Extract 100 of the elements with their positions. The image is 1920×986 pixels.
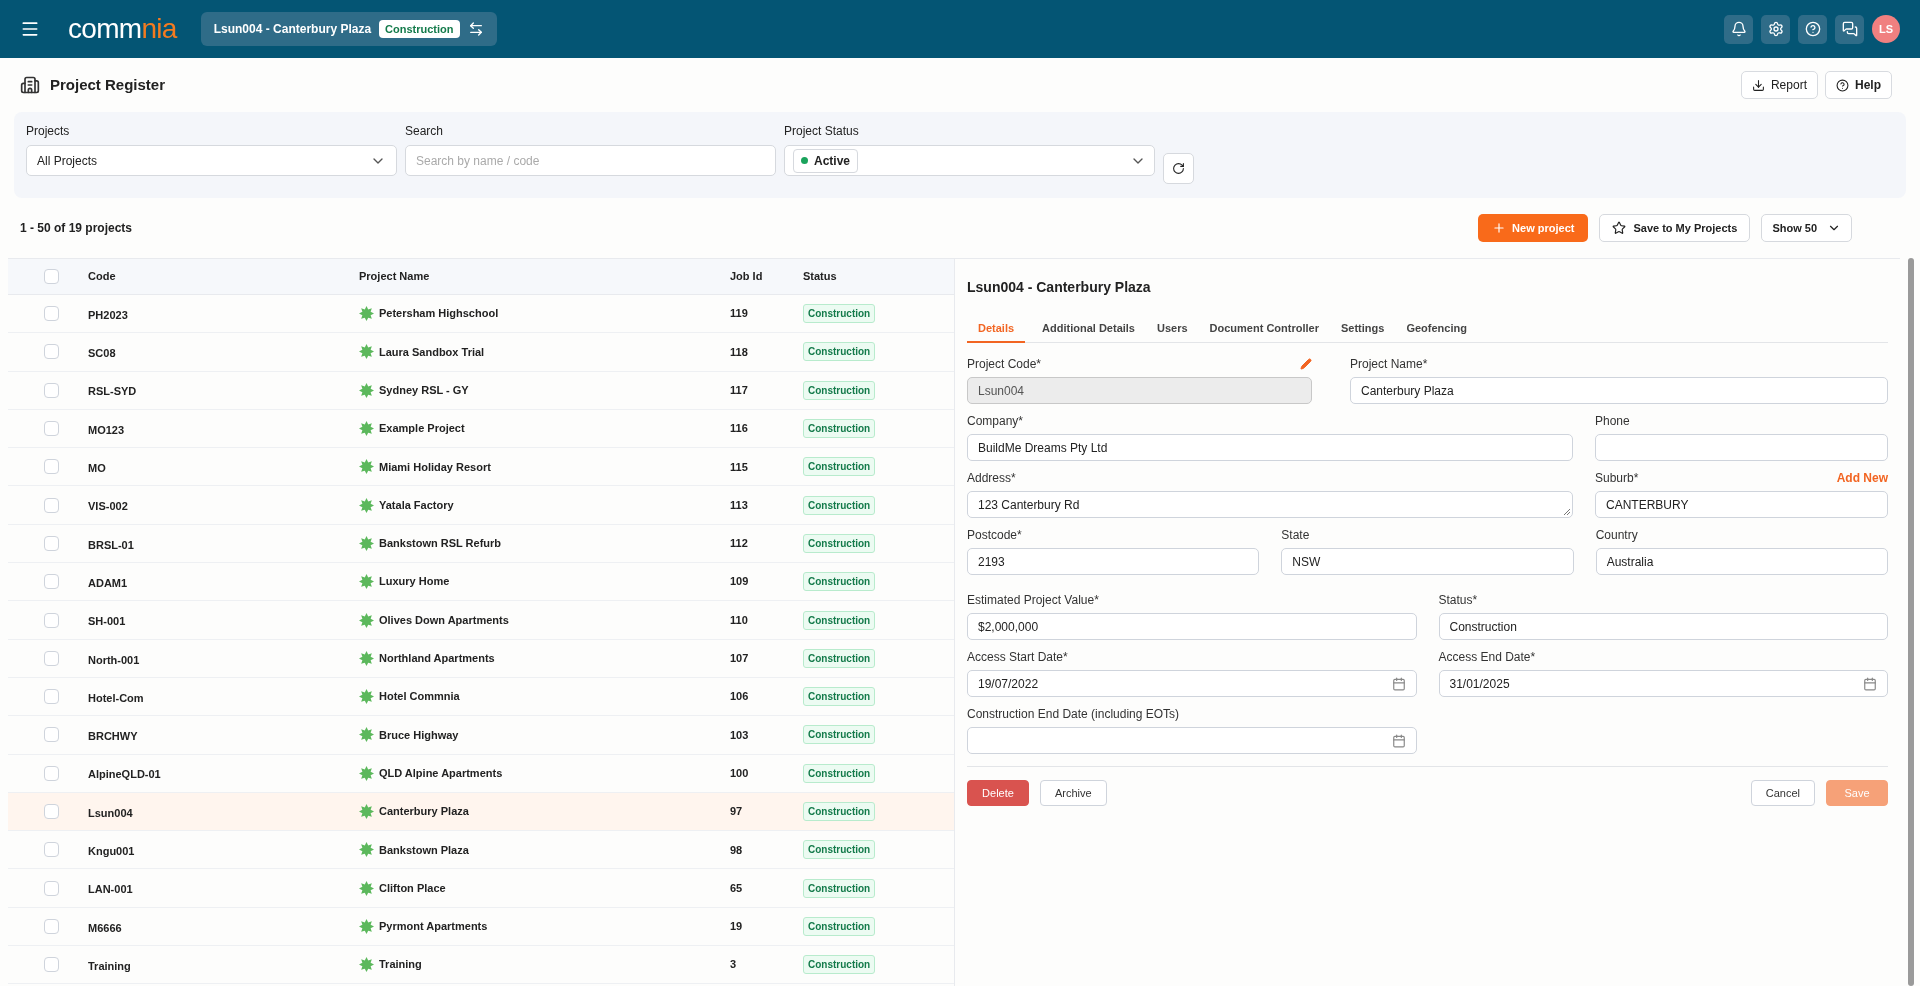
table-cell-text: Bankstown Plaza	[379, 842, 469, 858]
table-cell-text: Northland Apartments	[379, 651, 495, 667]
checkbox[interactable]	[44, 957, 59, 973]
date-field[interactable]	[967, 727, 1417, 754]
table-row[interactable]: MO Miami Holiday Resort 115 Construction	[8, 448, 954, 487]
menu-icon[interactable]	[20, 19, 40, 39]
table-cell-text: 65	[730, 880, 744, 896]
table-row[interactable]: ADAM1 Luxury Home 109 Construction	[8, 563, 954, 602]
table-row[interactable]: Hotel-Com Hotel Commnia 106 Construction	[8, 677, 954, 717]
input-field[interactable]	[1595, 434, 1888, 461]
table-cell-text: VIS-002	[88, 499, 129, 515]
status-badge: Construction	[803, 342, 876, 362]
input-field[interactable]: NSW	[1281, 548, 1574, 575]
report-button[interactable]: Report	[1740, 71, 1818, 99]
table-row[interactable]: BRCHWY Bruce Highway 103 Construction	[8, 716, 954, 755]
page-size-dropdown[interactable]: Show 50	[1761, 214, 1852, 242]
help-button[interactable]	[1798, 14, 1827, 44]
input-field[interactable]: Australia	[1595, 548, 1888, 575]
scrollbar-thumb[interactable]	[1908, 258, 1914, 986]
checkbox[interactable]	[44, 344, 59, 360]
tab[interactable]: Additional Details	[1031, 316, 1146, 343]
table-row[interactable]: Kngu001 Bankstown Plaza 98 Construction	[8, 831, 954, 870]
calendar-icon[interactable]	[1391, 676, 1406, 691]
save-to-my-projects-button[interactable]: Save to My Projects	[1599, 214, 1751, 242]
status-badge: Construction	[803, 419, 876, 439]
checkbox[interactable]	[44, 269, 59, 284]
table-row[interactable]: AlpineQLD-01 QLD Alpine Apartments 100 Construction	[8, 754, 954, 793]
column-header[interactable]: Code	[88, 268, 359, 285]
date-field[interactable]: 19/07/2022	[967, 670, 1417, 697]
tab[interactable]: Document Controller	[1198, 316, 1330, 343]
help-button[interactable]: Help	[1825, 71, 1892, 99]
input-field[interactable]: BuildMe Dreams Pty Ltd	[967, 434, 1573, 461]
input-field[interactable]: 2193	[967, 548, 1260, 575]
checkbox[interactable]	[44, 918, 59, 934]
checkbox[interactable]	[44, 689, 59, 705]
table-row[interactable]: PH2023 Petersham Highschool 119 Construction	[8, 295, 954, 334]
table-row[interactable]: SC08 Laura Sandbox Trial 118 Construction	[8, 333, 954, 372]
table-row[interactable]: Training Training 3 Construction	[8, 946, 954, 985]
checkbox[interactable]	[44, 842, 59, 858]
checkbox[interactable]	[44, 421, 59, 437]
table-row[interactable]: SH-001 Olives Down Apartments 110 Construction	[8, 601, 954, 640]
calendar-icon[interactable]	[1391, 733, 1406, 748]
table-row[interactable]: VIS-002 Yatala Factory 113 Construction	[8, 486, 954, 525]
field-label: Access Start Date*	[967, 649, 1068, 666]
checkbox[interactable]	[44, 306, 59, 322]
column-header[interactable]: Project Name	[359, 268, 730, 285]
checkbox[interactable]	[44, 382, 59, 398]
field-label: Estimated Project Value*	[967, 592, 1099, 609]
project-switcher[interactable]: Lsun004 - Canterbury Plaza Construction	[200, 12, 497, 46]
checkbox[interactable]	[44, 574, 59, 590]
date-field[interactable]: 31/01/2025	[1438, 670, 1888, 697]
input-field[interactable]: CANTERBURY	[1595, 491, 1888, 518]
checkbox[interactable]	[44, 880, 59, 896]
text-area[interactable]: 123 Canterbury Rd	[967, 491, 1573, 518]
input-field[interactable]: Canterbury Plaza	[1350, 377, 1888, 404]
table-row[interactable]: LAN-001 Clifton Place 65 Construction	[8, 869, 954, 908]
refresh-button[interactable]	[1163, 153, 1194, 184]
checkbox[interactable]	[44, 497, 59, 513]
table-row[interactable]: MO123 Example Project 116 Construction	[8, 409, 954, 449]
action-button[interactable]: Cancel	[1750, 780, 1815, 806]
edit-icon[interactable]	[1300, 358, 1312, 370]
table-row[interactable]: North-001 Northland Apartments 107 Construction	[8, 639, 954, 678]
table-row[interactable]: Lsun004 Canterbury Plaza 97 Construction	[8, 792, 954, 832]
badge-icon	[359, 842, 374, 858]
search-field[interactable]: Search by name / code	[405, 145, 776, 176]
notifications-button[interactable]	[1724, 14, 1753, 44]
table-row[interactable]: RSL-SYD Sydney RSL - GY 117 Construction	[8, 371, 954, 410]
checkbox[interactable]	[44, 765, 59, 781]
tab[interactable]: Users	[1146, 316, 1199, 343]
checkbox[interactable]	[44, 650, 59, 666]
input-field[interactable]: Lsun004	[967, 377, 1312, 404]
chat-button[interactable]	[1835, 14, 1864, 44]
projects-dropdown[interactable]: All Projects	[26, 145, 397, 176]
field-label: Project Code*	[967, 356, 1042, 373]
checkbox[interactable]	[44, 612, 59, 628]
input-field[interactable]: Construction	[1438, 613, 1888, 640]
column-header[interactable]: Job Id	[730, 268, 803, 285]
action-button[interactable]: Delete	[967, 780, 1029, 806]
action-button[interactable]: Archive	[1040, 780, 1107, 806]
table-cell-text: 118	[730, 344, 749, 360]
status-chip: Active	[793, 148, 859, 173]
settings-button[interactable]	[1761, 14, 1790, 44]
input-field[interactable]: $2,000,000	[967, 613, 1417, 640]
tab[interactable]: Settings	[1329, 316, 1396, 343]
table-cell-text: Pyrmont Apartments	[379, 919, 488, 935]
checkbox[interactable]	[44, 459, 59, 475]
column-header[interactable]: Status	[803, 268, 837, 285]
checkbox[interactable]	[44, 727, 59, 743]
table-cell-text: Laura Sandbox Trial	[379, 344, 485, 360]
tab[interactable]: Geofencing	[1395, 316, 1478, 343]
status-badge: Construction	[803, 802, 876, 821]
table-cell-text: Hotel Commnia	[379, 689, 460, 705]
table-cell-text: 19	[730, 919, 744, 935]
table-row[interactable]: BRSL-01 Bankstown RSL Refurb 112 Construction	[8, 524, 954, 564]
status-dropdown[interactable]: Active	[784, 145, 1155, 176]
calendar-icon[interactable]	[1863, 676, 1877, 691]
checkbox[interactable]	[44, 535, 59, 551]
checkbox[interactable]	[44, 804, 59, 819]
table-row[interactable]: M6666 Pyrmont Apartments 19 Construction	[8, 907, 954, 947]
badge-icon	[359, 727, 374, 743]
